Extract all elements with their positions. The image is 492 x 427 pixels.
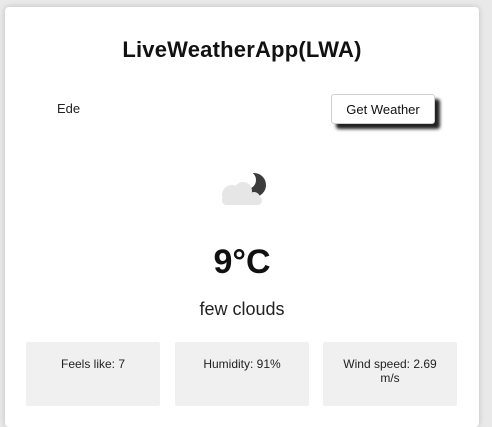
feels-like-box: Feels like: 7 [26, 342, 160, 406]
temperature: 9°C [213, 243, 271, 281]
app-title: LiveWeatherApp(LWA) [122, 37, 362, 62]
wind-speed-text: Wind speed: 2.69 m/s [343, 357, 437, 385]
humidity-box: Humidity: 91% [175, 342, 309, 406]
few-clouds-night-icon [210, 165, 274, 213]
feels-like-text: Feels like: 7 [60, 357, 126, 371]
weather-description: few clouds [199, 299, 285, 319]
weather-card: LiveWeatherApp(LWA) Get Weather 9°C few … [5, 7, 479, 427]
city-input[interactable] [49, 95, 295, 121]
wind-speed-box: Wind speed: 2.69 m/s [323, 342, 457, 406]
humidity-text: Humidity: 91% [203, 357, 281, 371]
get-weather-button[interactable]: Get Weather [331, 94, 435, 124]
